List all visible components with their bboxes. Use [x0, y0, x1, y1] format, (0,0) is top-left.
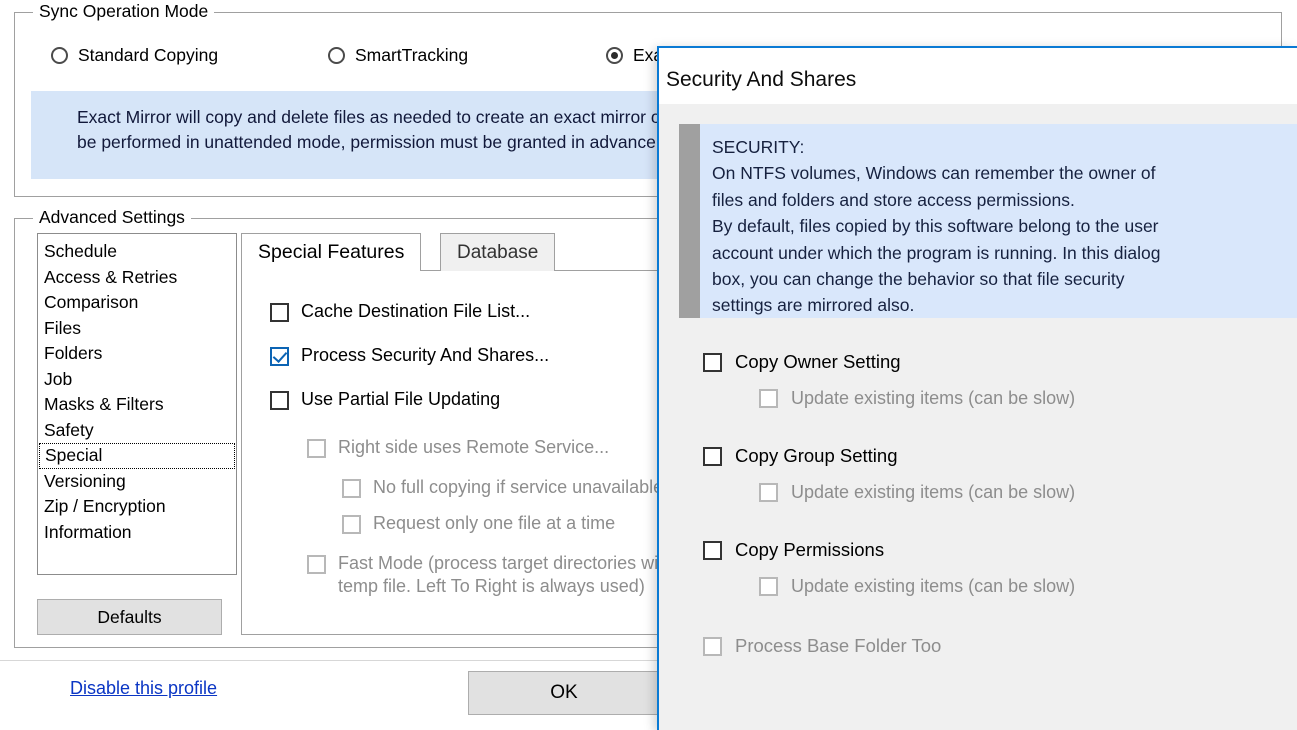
checkbox-label-update-existing-items-permissions: Update existing items (can be slow) — [791, 576, 1075, 597]
checkbox-label-copy-group-setting: Copy Group Setting — [735, 445, 897, 467]
checkbox-label-no-full-copying-if-service-unavailable: No full copying if service unavailable — [373, 477, 663, 498]
checkbox-icon-update-existing-items-permissions — [759, 577, 778, 596]
sidebar-item-special[interactable]: Special — [39, 443, 235, 469]
radio-icon-smarttracking — [328, 47, 345, 64]
checkbox-icon-right-side-uses-remote-service — [307, 439, 326, 458]
sidebar-item-folders[interactable]: Folders — [38, 341, 236, 367]
checkbox-label-update-existing-items-group: Update existing items (can be slow) — [791, 482, 1075, 503]
advanced-settings-listbox[interactable]: Schedule Access & Retries Comparison Fil… — [37, 233, 237, 575]
checkbox-update-existing-items-permissions: Update existing items (can be slow) — [759, 576, 1075, 597]
checkbox-update-existing-items-group: Update existing items (can be slow) — [759, 482, 1075, 503]
sidebar-item-comparison[interactable]: Comparison — [38, 290, 236, 316]
dialog-info-accent-bar — [679, 124, 700, 318]
radio-icon-standard-copying — [51, 47, 68, 64]
radio-label-smarttracking: SmartTracking — [355, 45, 468, 66]
checkbox-icon-no-full-copying-if-service-unavailable — [342, 479, 361, 498]
sync-operation-mode-legend: Sync Operation Mode — [33, 1, 214, 22]
checkbox-fast-mode: Fast Mode (process target directories wi… — [307, 553, 688, 597]
checkbox-icon-use-partial-file-updating — [270, 391, 289, 410]
checkbox-label-fast-mode-line-1: Fast Mode (process target directories wi… — [338, 553, 688, 574]
checkbox-copy-owner-setting[interactable]: Copy Owner Setting — [703, 351, 901, 373]
dialog-info-panel: SECURITY: On NTFS volumes, Windows can r… — [679, 124, 1297, 318]
checkbox-icon-cache-destination-file-list — [270, 303, 289, 322]
dialog-title: Security And Shares — [666, 68, 856, 92]
radio-standard-copying[interactable]: Standard Copying — [51, 45, 218, 66]
checkbox-use-partial-file-updating[interactable]: Use Partial File Updating — [270, 389, 500, 410]
checkbox-cache-destination-file-list[interactable]: Cache Destination File List... — [270, 301, 530, 322]
checkbox-label-copy-permissions: Copy Permissions — [735, 539, 884, 561]
checkbox-update-existing-items-owner: Update existing items (can be slow) — [759, 388, 1075, 409]
checkbox-no-full-copying-if-service-unavailable: No full copying if service unavailable — [342, 477, 663, 498]
dialog-info-text: SECURITY: On NTFS volumes, Windows can r… — [712, 134, 1295, 319]
tab-database[interactable]: Database — [440, 233, 555, 271]
checkbox-icon-update-existing-items-group — [759, 483, 778, 502]
sidebar-item-schedule[interactable]: Schedule — [38, 239, 236, 265]
dialog-titlebar: Security And Shares — [659, 48, 1297, 104]
checkbox-icon-copy-owner-setting — [703, 353, 722, 372]
radio-smarttracking[interactable]: SmartTracking — [328, 45, 468, 66]
dialog-body: SECURITY: On NTFS volumes, Windows can r… — [659, 104, 1297, 730]
defaults-button[interactable]: Defaults — [37, 599, 222, 635]
checkbox-icon-process-base-folder-too — [703, 637, 722, 656]
radio-label-standard-copying: Standard Copying — [78, 45, 218, 66]
checkbox-label-process-security-and-shares: Process Security And Shares... — [301, 345, 549, 366]
checkbox-label-request-only-one-file-at-a-time: Request only one file at a time — [373, 513, 615, 534]
checkbox-label-use-partial-file-updating: Use Partial File Updating — [301, 389, 500, 410]
sidebar-item-zip-encryption[interactable]: Zip / Encryption — [38, 494, 236, 520]
checkbox-request-only-one-file-at-a-time: Request only one file at a time — [342, 513, 615, 534]
sidebar-item-masks-filters[interactable]: Masks & Filters — [38, 392, 236, 418]
advanced-settings-legend: Advanced Settings — [33, 207, 191, 228]
checkbox-label-copy-owner-setting: Copy Owner Setting — [735, 351, 901, 373]
checkbox-label-fast-mode-container: Fast Mode (process target directories wi… — [338, 553, 688, 597]
ok-button[interactable]: OK — [468, 671, 660, 715]
checkbox-label-fast-mode-line-2: temp file. Left To Right is always used) — [338, 576, 688, 597]
sidebar-item-files[interactable]: Files — [38, 316, 236, 342]
checkbox-right-side-uses-remote-service: Right side uses Remote Service... — [307, 437, 609, 458]
checkbox-copy-permissions[interactable]: Copy Permissions — [703, 539, 884, 561]
checkbox-copy-group-setting[interactable]: Copy Group Setting — [703, 445, 897, 467]
checkbox-process-security-and-shares[interactable]: Process Security And Shares... — [270, 345, 549, 366]
checkbox-label-update-existing-items-owner: Update existing items (can be slow) — [791, 388, 1075, 409]
sidebar-item-versioning[interactable]: Versioning — [38, 469, 236, 495]
sidebar-item-safety[interactable]: Safety — [38, 418, 236, 444]
sidebar-item-information[interactable]: Information — [38, 520, 236, 546]
checkbox-icon-process-security-and-shares — [270, 347, 289, 366]
checkbox-icon-update-existing-items-owner — [759, 389, 778, 408]
checkbox-process-base-folder-too: Process Base Folder Too — [703, 635, 941, 657]
checkbox-icon-fast-mode — [307, 555, 326, 574]
checkbox-label-right-side-uses-remote-service: Right side uses Remote Service... — [338, 437, 609, 458]
checkbox-icon-copy-group-setting — [703, 447, 722, 466]
tab-special-features[interactable]: Special Features — [241, 233, 421, 271]
checkbox-icon-request-only-one-file-at-a-time — [342, 515, 361, 534]
checkbox-label-process-base-folder-too: Process Base Folder Too — [735, 635, 941, 657]
disable-this-profile-link[interactable]: Disable this profile — [70, 678, 217, 699]
checkbox-label-cache-destination-file-list: Cache Destination File List... — [301, 301, 530, 322]
sidebar-item-access-retries[interactable]: Access & Retries — [38, 265, 236, 291]
radio-icon-exact-mirror — [606, 47, 623, 64]
checkbox-icon-copy-permissions — [703, 541, 722, 560]
sidebar-item-job[interactable]: Job — [38, 367, 236, 393]
security-and-shares-dialog: Security And Shares SECURITY: On NTFS vo… — [657, 46, 1297, 730]
